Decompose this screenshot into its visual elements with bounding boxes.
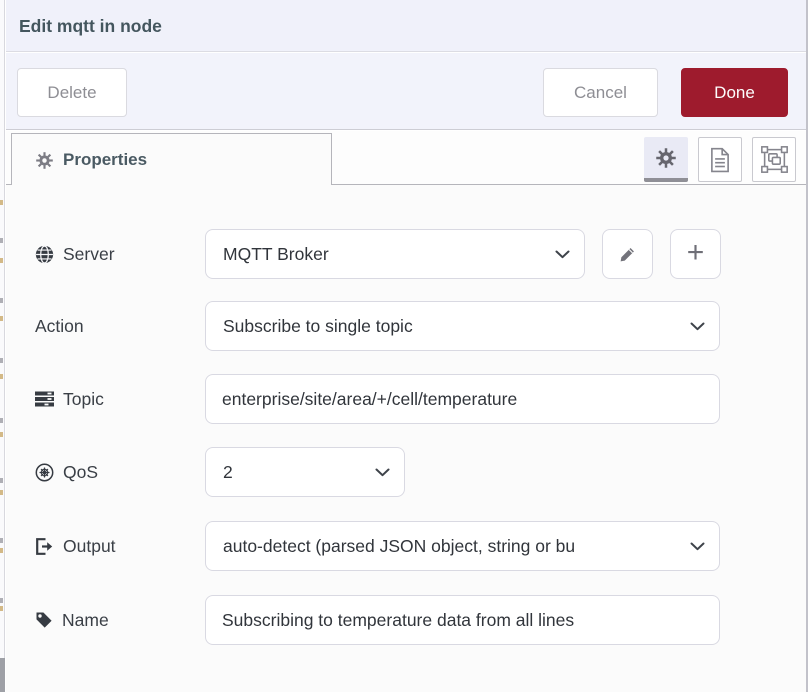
name-label: Name <box>35 595 109 645</box>
tab-properties[interactable]: Properties <box>11 133 332 186</box>
sign-out-icon <box>35 538 54 555</box>
dialog-title: Edit mqtt in node <box>19 0 162 52</box>
output-label-text: Output <box>63 536 116 557</box>
action-row: Action Subscribe to single topic <box>6 301 806 351</box>
view-buttons <box>644 137 796 182</box>
selection-frame-icon <box>761 146 788 173</box>
topic-label-text: Topic <box>63 389 104 410</box>
properties-view-button[interactable] <box>644 137 688 182</box>
scrollbar-thumb[interactable] <box>0 658 5 692</box>
globe-icon <box>35 245 54 264</box>
topic-label: Topic <box>35 374 104 424</box>
name-row: Name <box>6 595 806 645</box>
chevron-down-icon <box>690 322 705 331</box>
tag-icon <box>35 611 53 629</box>
qos-select[interactable]: 2 <box>205 447 405 497</box>
output-row: Output auto-detect (parsed JSON object, … <box>6 521 806 571</box>
editor-tab-bar: Properties <box>6 131 806 185</box>
topic-row: Topic <box>6 374 806 424</box>
delete-button[interactable]: Delete <box>17 68 127 117</box>
chevron-down-icon <box>555 250 570 259</box>
action-label-text: Action <box>35 316 84 337</box>
empire-icon <box>35 463 54 482</box>
gear-icon <box>36 152 53 169</box>
document-icon <box>709 147 731 173</box>
cancel-button[interactable]: Cancel <box>543 68 658 117</box>
action-select-value: Subscribe to single topic <box>223 316 413 337</box>
server-label-text: Server <box>63 244 115 265</box>
topic-input[interactable] <box>205 374 720 424</box>
server-label: Server <box>35 229 115 279</box>
server-row: Server MQTT Broker + <box>6 229 806 279</box>
server-select[interactable]: MQTT Broker <box>205 229 585 279</box>
dialog-header: Edit mqtt in node <box>6 0 806 52</box>
description-view-button[interactable] <box>698 137 742 182</box>
selection-frame-icon-button[interactable] <box>752 137 796 182</box>
action-label: Action <box>35 301 84 351</box>
edit-mqtt-in-node-dialog: Edit mqtt in node Delete Cancel Done <box>0 0 812 692</box>
qos-select-value: 2 <box>223 462 233 483</box>
output-select-value: auto-detect (parsed JSON object, string … <box>223 536 575 557</box>
done-button[interactable]: Done <box>681 68 788 117</box>
name-input[interactable] <box>205 595 720 645</box>
properties-form: Server MQTT Broker + <box>6 185 806 692</box>
output-select[interactable]: auto-detect (parsed JSON object, string … <box>205 521 720 571</box>
qos-row: QoS 2 <box>6 447 806 497</box>
action-select[interactable]: Subscribe to single topic <box>205 301 720 351</box>
plus-icon: + <box>687 238 705 271</box>
qos-label: QoS <box>35 447 98 497</box>
edit-server-button[interactable] <box>602 229 653 279</box>
dialog-right-border <box>806 0 808 692</box>
dialog-toolbar: Delete Cancel Done <box>6 53 806 130</box>
server-select-value: MQTT Broker <box>223 244 329 265</box>
workspace-left-edge <box>0 0 5 692</box>
gear-icon <box>656 148 676 168</box>
tab-properties-label: Properties <box>63 150 147 170</box>
name-label-text: Name <box>62 610 109 631</box>
chevron-down-icon <box>375 468 390 477</box>
tasks-icon <box>35 391 54 407</box>
output-label: Output <box>35 521 116 571</box>
add-server-button[interactable]: + <box>670 229 721 279</box>
chevron-down-icon <box>690 542 705 551</box>
qos-label-text: QoS <box>63 462 98 483</box>
pencil-icon <box>618 245 637 264</box>
